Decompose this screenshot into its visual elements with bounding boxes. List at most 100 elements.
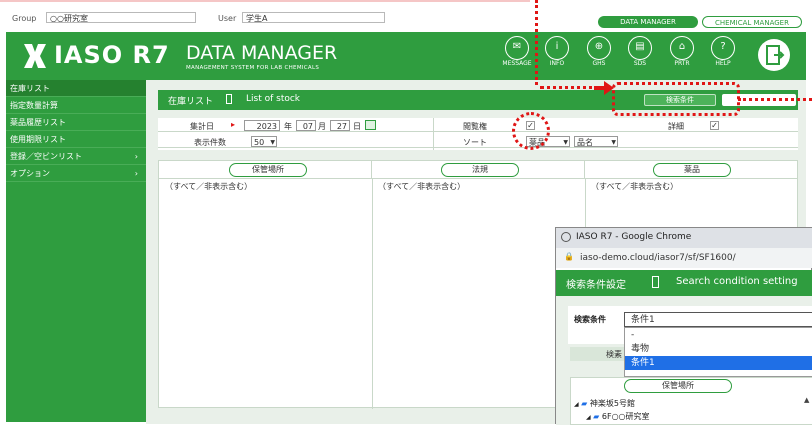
chevron-right-icon: › bbox=[134, 152, 138, 161]
year-unit: 年 bbox=[284, 122, 292, 131]
month-input[interactable]: 07 bbox=[296, 120, 316, 131]
hidden-label: 検素 bbox=[606, 350, 622, 359]
url-bar[interactable]: 🔒 iaso-demo.cloud/iasor7/sf/SF1600/ bbox=[556, 248, 812, 268]
chevron-down-icon: ▼ bbox=[563, 139, 568, 146]
chevron-right-icon: › bbox=[134, 169, 138, 178]
column-divider bbox=[372, 179, 373, 409]
calendar-icon[interactable] bbox=[365, 120, 376, 130]
day-unit: 日 bbox=[353, 122, 361, 131]
page-title-en: List of stock bbox=[246, 94, 301, 104]
annotation-exit-line bbox=[738, 98, 812, 101]
detail-checkbox[interactable]: ✓ bbox=[710, 121, 719, 130]
sidebar-item-options[interactable]: オプション › bbox=[6, 165, 146, 182]
iaso-logo-icon bbox=[20, 40, 50, 72]
exit-door-icon bbox=[766, 45, 785, 65]
app-header: IASO R7 DATA MANAGER MANAGEMENT SYSTEM F… bbox=[6, 32, 806, 80]
user-field[interactable]: 学生A bbox=[242, 12, 385, 23]
chemical-filter-value[interactable]: （すべて／非表示含む） bbox=[591, 181, 678, 192]
globe-icon: ⊕ bbox=[587, 36, 611, 60]
location-column-button[interactable]: 保管場所 bbox=[229, 163, 307, 177]
sidebar-item-quantity-calc[interactable]: 指定数量計算 bbox=[6, 97, 146, 114]
data-manager-button[interactable]: DATA MANAGER bbox=[598, 16, 698, 28]
popup-title-jp: 検索条件設定 bbox=[566, 280, 626, 291]
chevron-down-icon: ▼ bbox=[611, 139, 616, 146]
chrome-title-bar: IASO R7 - Google Chrome bbox=[556, 228, 812, 248]
tree-node-label: 神楽坂5号館 bbox=[589, 399, 635, 408]
folder-icon: ▰ bbox=[593, 412, 600, 421]
page-title-jp: 在庫リスト bbox=[168, 97, 214, 107]
dropdown-option-selected[interactable]: 条件1 bbox=[625, 356, 812, 370]
info-icon: i bbox=[545, 36, 569, 60]
sds-label: SDS bbox=[633, 60, 647, 67]
sort-value-2: 品名 bbox=[577, 138, 593, 147]
sidebar-item-label: 登録／空ビンリスト bbox=[10, 152, 82, 161]
reference-label: 閲覧権 bbox=[463, 122, 487, 131]
annotation-search-highlight bbox=[612, 82, 740, 116]
popup-location-button[interactable]: 保管場所 bbox=[624, 379, 732, 393]
separator-icon bbox=[226, 94, 232, 104]
ghs-label: GHS bbox=[592, 60, 606, 67]
ghs-button[interactable]: ⊕ GHS bbox=[579, 36, 619, 67]
sort-select-2[interactable]: 品名 ▼ bbox=[574, 136, 618, 147]
chevron-down-icon: ▼ bbox=[270, 139, 275, 146]
message-button[interactable]: ✉ MESSAGE bbox=[497, 36, 537, 67]
help-button[interactable]: ? HELP bbox=[703, 36, 743, 67]
display-count-label: 表示件数 bbox=[194, 138, 226, 147]
top-bar: Group ○○研究室 User 学生A DATA MANAGER CHEMIC… bbox=[0, 0, 812, 32]
chrome-logo-icon bbox=[561, 232, 571, 242]
prtr-button[interactable]: ⌂ PRTR bbox=[662, 36, 702, 67]
logo-subtitle: MANAGEMENT SYSTEM FOR LAB CHEMICALS bbox=[186, 65, 320, 71]
chemical-manager-button[interactable]: CHEMICAL MANAGER bbox=[702, 16, 802, 28]
location-filter-value[interactable]: （すべて／非表示含む） bbox=[165, 181, 252, 192]
help-icon: ? bbox=[711, 36, 735, 60]
tree-scroll-icon[interactable]: ▲ bbox=[804, 396, 809, 404]
dropdown-option[interactable]: 毒物 bbox=[625, 342, 812, 356]
month-unit: 月 bbox=[318, 122, 326, 131]
tree-expand-icon: ◢ bbox=[586, 414, 591, 421]
chemical-column-button[interactable]: 薬品 bbox=[653, 163, 731, 177]
display-count-select[interactable]: 50 ▼ bbox=[251, 136, 277, 147]
group-field[interactable]: ○○研究室 bbox=[46, 12, 196, 23]
logout-button[interactable] bbox=[758, 39, 790, 71]
sidebar-item-expiry[interactable]: 使用期限リスト bbox=[6, 131, 146, 148]
tree-node[interactable]: ◢ ▰ 6F○○研究室 bbox=[586, 411, 650, 422]
year-input[interactable]: 2023 bbox=[244, 120, 280, 131]
url-text: iaso-demo.cloud/iasor7/sf/SF1600/ bbox=[580, 253, 736, 263]
sidebar-item-stock-list[interactable]: 在庫リスト bbox=[6, 80, 146, 97]
prtr-label: PRTR bbox=[674, 60, 690, 67]
display-count-value: 50 bbox=[254, 138, 265, 147]
sds-button[interactable]: ▤ SDS bbox=[620, 36, 660, 67]
condition-select[interactable]: 条件1 bbox=[624, 312, 812, 327]
message-label: MESSAGE bbox=[502, 60, 532, 67]
folder-icon: ▰ bbox=[581, 399, 588, 408]
law-column-button[interactable]: 法規 bbox=[441, 163, 519, 177]
date-label: 集計日 bbox=[190, 122, 214, 131]
date-arrow-icon: ▸ bbox=[231, 120, 236, 129]
top-accent-line bbox=[0, 0, 530, 2]
sidebar-item-label: 在庫リスト bbox=[10, 84, 50, 93]
info-button[interactable]: i INFO bbox=[537, 36, 577, 67]
sidebar-item-history[interactable]: 薬品履歴リスト bbox=[6, 114, 146, 131]
popup-body: 検索条件 条件1 - 毒物 条件1 検素 保管場所 ▲ ◢ ▰ 神楽坂5号館 ◢… bbox=[556, 296, 812, 425]
logo-title: DATA MANAGER bbox=[186, 42, 338, 64]
dropdown-option[interactable]: - bbox=[625, 328, 812, 342]
annotation-horizontal-line bbox=[540, 86, 600, 89]
day-input[interactable]: 27 bbox=[330, 120, 350, 131]
form-divider bbox=[433, 118, 434, 150]
detail-label: 詳細 bbox=[668, 122, 684, 131]
separator-icon bbox=[652, 276, 659, 288]
sidebar-item-registration[interactable]: 登録／空ビンリスト › bbox=[6, 148, 146, 165]
condition-label: 検索条件 bbox=[574, 315, 606, 324]
sidebar-item-label: 薬品履歴リスト bbox=[10, 118, 66, 127]
search-condition-popup: IASO R7 - Google Chrome 🔒 iaso-demo.clou… bbox=[555, 227, 812, 425]
sidebar-item-label: 指定数量計算 bbox=[10, 101, 58, 110]
sidebar: 在庫リスト 指定数量計算 薬品履歴リスト 使用期限リスト 登録／空ビンリスト ›… bbox=[6, 80, 146, 422]
condition-dropdown: - 毒物 条件1 bbox=[624, 327, 812, 377]
lock-icon: 🔒 bbox=[564, 252, 574, 261]
tree-node[interactable]: ◢ ▰ 神楽坂5号館 bbox=[574, 398, 635, 409]
document-icon: ▤ bbox=[628, 36, 652, 60]
group-label: Group bbox=[12, 14, 37, 23]
law-filter-value[interactable]: （すべて／非表示含む） bbox=[378, 181, 465, 192]
popup-title-en: Search condition setting bbox=[676, 276, 798, 287]
envelope-icon: ✉ bbox=[505, 36, 529, 60]
